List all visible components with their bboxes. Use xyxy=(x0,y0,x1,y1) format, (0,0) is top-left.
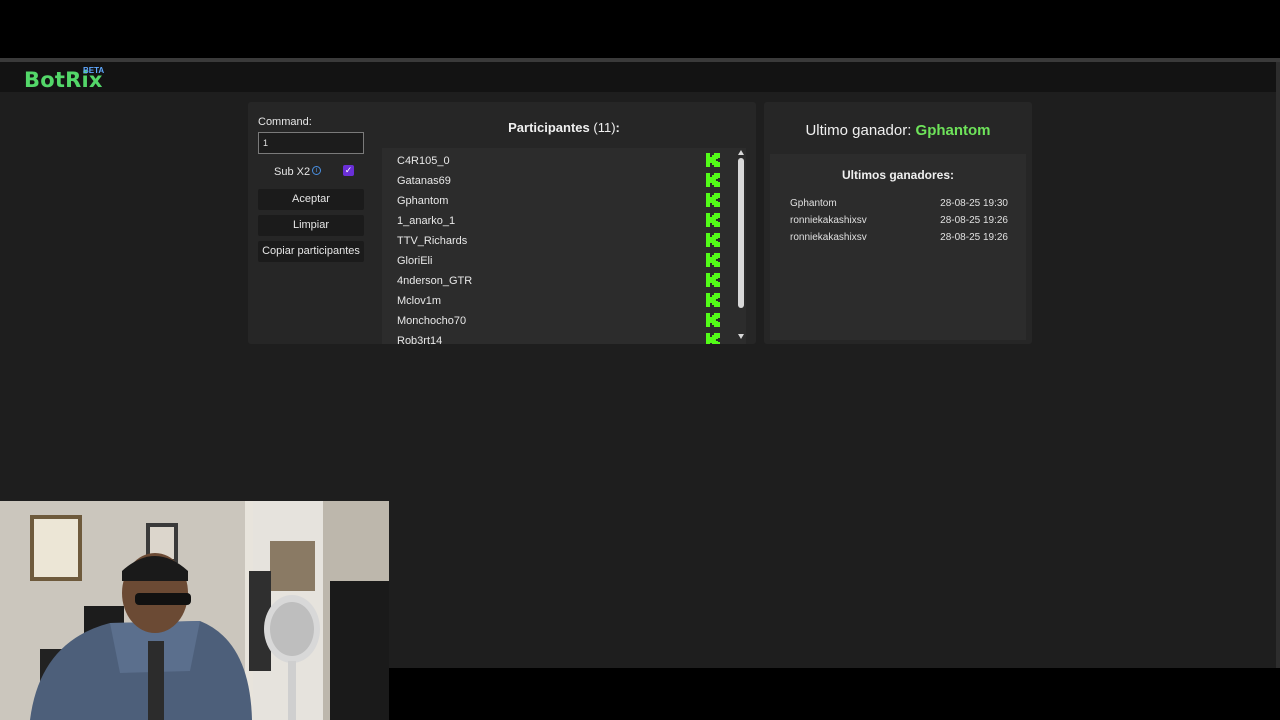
kick-icon xyxy=(706,293,720,307)
last-winner: Ultimo ganador: Gphantom xyxy=(764,122,1032,139)
participant-row[interactable]: 4nderson_GTR xyxy=(382,270,746,290)
webcam-overlay xyxy=(0,501,389,720)
winner-history-name: Gphantom xyxy=(790,198,837,209)
giveaway-panel: Command: Sub X2 i ✓ Aceptar Limpiar Copi… xyxy=(248,102,756,344)
kick-icon xyxy=(706,153,720,167)
participant-row[interactable]: TTV_Richards xyxy=(382,230,746,250)
winners-history: Ultimos ganadores: Gphantom 28-08-25 19:3… xyxy=(770,154,1026,340)
participant-name: C4R105_0 xyxy=(397,155,450,167)
kick-icon xyxy=(706,173,720,187)
winner-history-name: ronniekakashixsv xyxy=(790,232,867,243)
clear-button[interactable]: Limpiar xyxy=(258,215,364,236)
participants-list[interactable]: C4R105_0 Gatanas69 Gphantom 1_anarko_1 TTV_R… xyxy=(382,148,746,344)
info-icon[interactable]: i xyxy=(312,166,321,175)
winner-history-row: ronniekakashixsv 28-08-25 19:26 xyxy=(790,232,1008,248)
participant-row[interactable]: Rob3rt14 xyxy=(382,330,746,344)
participant-row[interactable]: 1_anarko_1 xyxy=(382,210,746,230)
kick-icon xyxy=(706,253,720,267)
command-label: Command: xyxy=(258,116,312,128)
participant-name: 1_anarko_1 xyxy=(397,215,456,227)
app-header: BotRix BETA xyxy=(0,62,1280,92)
participant-row[interactable]: Gphantom xyxy=(382,190,746,210)
participant-row[interactable]: Mclov1m xyxy=(382,290,746,310)
sub-x2-label: Sub X2 xyxy=(274,166,311,178)
participant-name: Mclov1m xyxy=(397,295,442,307)
last-winner-label: Ultimo ganador: xyxy=(805,122,916,139)
webcam-image xyxy=(0,501,389,720)
winner-history-name: ronniekakashixsv xyxy=(790,215,867,226)
command-input[interactable] xyxy=(258,132,364,154)
participant-name: Gatanas69 xyxy=(397,175,451,187)
winner-history-date: 28-08-25 19:26 xyxy=(940,215,1008,226)
scroll-up-arrow[interactable] xyxy=(738,150,744,155)
bottom-letterbox xyxy=(388,668,1280,720)
kick-icon xyxy=(706,333,720,344)
accept-button[interactable]: Aceptar xyxy=(258,189,364,210)
scroll-thumb[interactable] xyxy=(738,158,744,308)
participant-name: GloriEli xyxy=(397,255,433,267)
scroll-down-arrow[interactable] xyxy=(738,334,744,339)
winners-history-title: Ultimos ganadores: xyxy=(841,168,955,182)
participant-name: Monchocho70 xyxy=(397,315,467,327)
kick-icon xyxy=(706,233,720,247)
participant-name: Rob3rt14 xyxy=(397,335,443,344)
participants-title: Participantes (11): xyxy=(382,120,746,135)
winner-panel: Ultimo ganador: Gphantom Ultimos ganador… xyxy=(764,102,1032,344)
copy-participants-button[interactable]: Copiar participantes xyxy=(258,241,364,262)
participant-row[interactable]: Gatanas69 xyxy=(382,170,746,190)
winner-history-date: 28-08-25 19:26 xyxy=(940,232,1008,243)
participants-label: Participantes xyxy=(508,120,590,135)
right-edge xyxy=(1276,62,1280,668)
participant-name: 4nderson_GTR xyxy=(397,275,473,287)
kick-icon xyxy=(706,213,720,227)
top-letterbox xyxy=(0,0,1280,58)
participant-row[interactable]: C4R105_0 xyxy=(382,150,746,170)
participant-row[interactable]: Monchocho70 xyxy=(382,310,746,330)
sub-x2-checkbox[interactable]: ✓ xyxy=(343,165,354,176)
kick-icon xyxy=(706,193,720,207)
participant-name: Gphantom xyxy=(397,195,449,207)
controls: Command: Sub X2 i ✓ Aceptar Limpiar Copi… xyxy=(258,116,364,262)
participants-count: (11) xyxy=(593,120,616,135)
participants-colon: : xyxy=(615,120,620,135)
winner-history-row: Gphantom 28-08-25 19:30 xyxy=(790,198,1008,214)
last-winner-name: Gphantom xyxy=(915,122,991,139)
participant-name: TTV_Richards xyxy=(397,235,468,247)
participants-scrollbar[interactable] xyxy=(736,148,746,344)
sub-x2-row: Sub X2 i ✓ xyxy=(258,164,364,180)
winner-history-date: 28-08-25 19:30 xyxy=(940,198,1008,209)
participant-row[interactable]: GloriEli xyxy=(382,250,746,270)
beta-badge: BETA xyxy=(83,66,105,75)
winner-history-row: ronniekakashixsv 28-08-25 19:26 xyxy=(790,215,1008,231)
kick-icon xyxy=(706,273,720,287)
kick-icon xyxy=(706,313,720,327)
